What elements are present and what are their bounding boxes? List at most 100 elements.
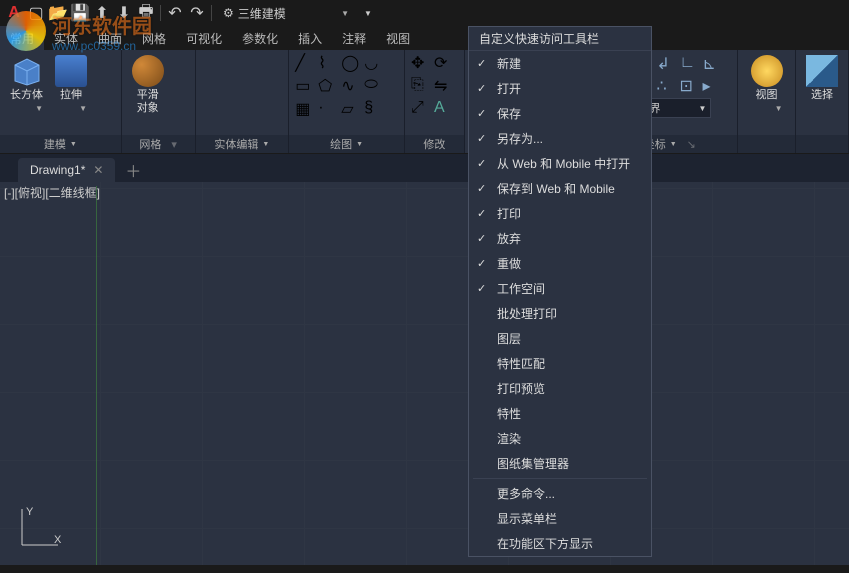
panel-mesh-title[interactable]: 网格▾ <box>122 135 195 153</box>
view-label: 视图 <box>756 89 778 102</box>
ucs-prev-icon[interactable]: ↲ <box>656 54 676 74</box>
menu-item-label: 图纸集管理器 <box>497 455 569 472</box>
tab-solid[interactable]: 实体 <box>44 26 88 50</box>
menu-item[interactable]: 图层 <box>469 326 651 351</box>
open-cloud-icon[interactable]: ⬇ <box>114 3 134 23</box>
menu-footer-item[interactable]: 更多命令... <box>469 481 651 506</box>
extrude-label: 拉伸 <box>60 89 82 102</box>
panel-solid-edit: 实体编辑▼ <box>196 50 290 153</box>
panel-select: 选择 <box>796 50 849 153</box>
arc-icon[interactable]: ◡ <box>364 53 384 73</box>
menu-item[interactable]: ✓从 Web 和 Mobile 中打开 <box>469 151 651 176</box>
view-button[interactable]: 视图 ▼ <box>747 53 787 115</box>
separator <box>211 5 212 21</box>
panel-model-title[interactable]: 建模▼ <box>0 135 121 153</box>
menu-item-label: 工作空间 <box>497 280 545 297</box>
copy-icon[interactable]: ⎘ <box>411 76 431 96</box>
move-icon[interactable]: ✥ <box>411 53 431 73</box>
polyline-icon[interactable]: ⌇ <box>318 53 338 73</box>
menu-footer-item[interactable]: 显示菜单栏 <box>469 506 651 531</box>
menu-item-label: 在功能区下方显示 <box>497 535 593 552</box>
menu-item-label: 另存为... <box>497 130 543 147</box>
menu-separator <box>473 478 647 479</box>
box-button[interactable]: 长方体 ▼ <box>6 53 47 115</box>
spline-icon[interactable]: ∿ <box>341 76 361 96</box>
chevron-down-icon: ▼ <box>699 104 707 113</box>
print-icon[interactable]: 🖶 <box>136 3 156 23</box>
menu-item-label: 新建 <box>497 55 521 72</box>
tab-annotate[interactable]: 注释 <box>332 26 376 50</box>
menu-item[interactable]: 打印预览 <box>469 376 651 401</box>
app-icon[interactable]: A <box>4 3 24 23</box>
menu-item[interactable]: ✓打印 <box>469 201 651 226</box>
menu-item[interactable]: ✓重做 <box>469 251 651 276</box>
menu-item[interactable]: 渲染 <box>469 426 651 451</box>
panel-solid-title[interactable]: 实体编辑▼ <box>196 135 289 153</box>
tab-mesh[interactable]: 网格 <box>132 26 176 50</box>
extrude-button[interactable]: 拉伸 ▼ <box>51 53 91 115</box>
check-icon: ✓ <box>477 132 486 145</box>
view-icon <box>751 55 783 87</box>
line-icon[interactable]: ╱ <box>295 53 315 73</box>
new-icon[interactable]: ▢ <box>26 3 46 23</box>
tab-surface[interactable]: 曲面 <box>88 26 132 50</box>
tab-visualize[interactable]: 可视化 <box>176 26 232 50</box>
box-icon <box>11 55 43 87</box>
workspace-dropdown[interactable]: ⚙ 三维建模 ▼ <box>216 4 356 23</box>
ucs-3p-icon[interactable]: ∴ <box>656 76 676 96</box>
panel-modify: ✥⟳ ⎘⇋ ⤢A 修改 <box>405 50 465 153</box>
menu-item-label: 显示菜单栏 <box>497 510 557 527</box>
tab-home[interactable]: 常用 <box>0 26 44 50</box>
menu-item[interactable]: ✓ 另存为... <box>469 126 651 151</box>
panel-modify-title[interactable]: 修改 <box>405 135 464 153</box>
menu-item[interactable]: ✓工作空间 <box>469 276 651 301</box>
menu-item[interactable]: ✓打开 <box>469 76 651 101</box>
menu-item[interactable]: 批处理打印 <box>469 301 651 326</box>
menu-header: 自定义快速访问工具栏 <box>469 27 651 51</box>
tab-parametric[interactable]: 参数化 <box>232 26 288 50</box>
rectangle-icon[interactable]: ▭ <box>295 76 315 96</box>
hatch-icon[interactable]: ▦ <box>295 99 315 119</box>
menu-item[interactable]: 特性 <box>469 401 651 426</box>
select-button[interactable]: 选择 <box>802 53 842 104</box>
text-icon[interactable]: A <box>434 99 454 119</box>
helix-icon[interactable]: § <box>364 99 384 119</box>
menu-footer-item[interactable]: 在功能区下方显示 <box>469 531 651 556</box>
menu-item[interactable]: ✓保存到 Web 和 Mobile <box>469 176 651 201</box>
drawing-canvas[interactable]: [-][俯视][二维线框] YX <box>0 182 849 565</box>
ellipse-icon[interactable]: ⬭ <box>364 76 384 96</box>
ucs-obj-icon[interactable]: ⊡ <box>679 76 699 96</box>
panel-view: 视图 ▼ <box>738 50 796 153</box>
menu-item[interactable]: 特性匹配 <box>469 351 651 376</box>
ucs-face-icon[interactable]: ▸ <box>702 76 722 96</box>
scale-icon[interactable]: ⤢ <box>411 99 431 119</box>
circle-icon[interactable]: ◯ <box>341 53 361 73</box>
mirror-icon[interactable]: ⇋ <box>434 76 454 96</box>
redo-icon[interactable]: ↷ <box>187 3 207 23</box>
ribbon: 长方体 ▼ 拉伸 ▼ 建模▼ 平滑 对象 <box>0 50 849 154</box>
save-icon[interactable]: 💾 <box>70 3 90 23</box>
tab-view[interactable]: 视图 <box>376 26 420 50</box>
menu-item[interactable]: 图纸集管理器 <box>469 451 651 476</box>
ucs-z-icon[interactable]: ⊾ <box>702 54 722 74</box>
close-icon[interactable]: ✕ <box>93 163 103 177</box>
viewport-label[interactable]: [-][俯视][二维线框] <box>4 184 100 201</box>
polygon-icon[interactable]: ⬠ <box>318 76 338 96</box>
qat-customize-icon[interactable]: ▼ <box>358 3 378 23</box>
menu-item[interactable]: ✓放弃 <box>469 226 651 251</box>
save-cloud-icon[interactable]: ⬆ <box>92 3 112 23</box>
doc-tab-1[interactable]: Drawing1* ✕ <box>18 158 115 182</box>
undo-icon[interactable]: ↶ <box>165 3 185 23</box>
open-icon[interactable]: 📂 <box>48 3 68 23</box>
tab-insert[interactable]: 插入 <box>288 26 332 50</box>
menu-item-label: 渲染 <box>497 430 521 447</box>
point-icon[interactable]: · <box>318 99 338 119</box>
smooth-button[interactable]: 平滑 对象 <box>128 53 168 117</box>
add-tab-button[interactable]: ＋ <box>121 158 145 182</box>
ucs-origin-icon[interactable]: ∟ <box>679 54 699 74</box>
menu-item[interactable]: ✓保存 <box>469 101 651 126</box>
menu-item[interactable]: ✓新建 <box>469 51 651 76</box>
panel-draw-title[interactable]: 绘图▼ <box>289 135 404 153</box>
rotate-icon[interactable]: ⟳ <box>434 53 454 73</box>
region-icon[interactable]: ▱ <box>341 99 361 119</box>
